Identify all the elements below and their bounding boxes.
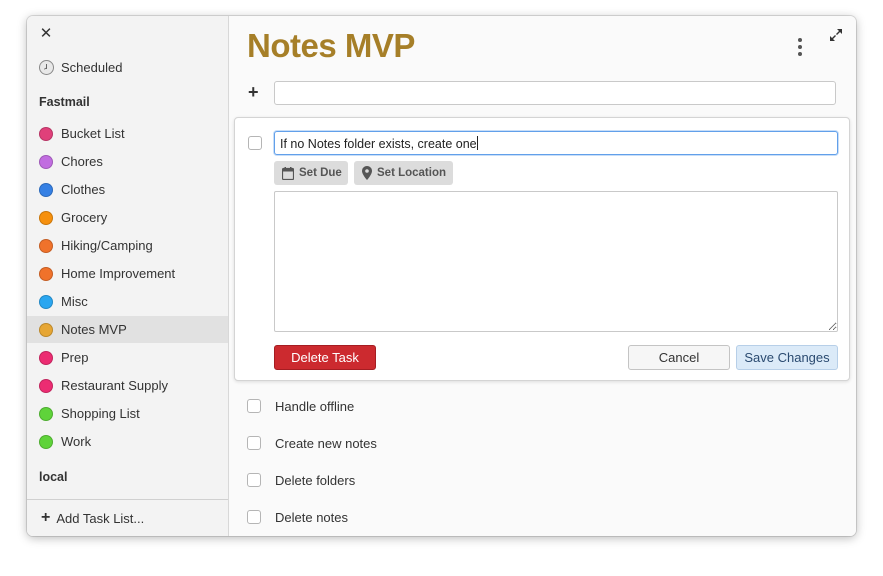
sidebar-item-label: Notes MVP: [61, 322, 127, 337]
list-color-dot: [39, 126, 53, 141]
sidebar-item-grocery[interactable]: Grocery: [27, 204, 228, 231]
new-task-input[interactable]: [274, 81, 836, 105]
task-label: Delete notes: [275, 509, 348, 525]
list-color-dot: [39, 154, 53, 169]
task-checkbox[interactable]: [247, 473, 261, 487]
section-header-fastmail: Fastmail: [39, 95, 90, 109]
expand-icon[interactable]: [829, 28, 843, 42]
list-color-dot: [39, 322, 53, 337]
list-color-dot: [39, 266, 53, 281]
section-header-local: local: [39, 470, 68, 484]
task-title-text: If no Notes folder exists, create one: [280, 137, 477, 151]
sidebar-item-home-improvement[interactable]: Home Improvement: [27, 260, 228, 287]
sidebar-item-label: Clothes: [61, 182, 106, 197]
list-color-dot: [39, 434, 53, 449]
main-panel: Notes MVP + If no Notes folder exists, c…: [229, 16, 856, 536]
sidebar-item-restaurant-supply[interactable]: Restaurant Supply: [27, 372, 228, 399]
sidebar-item-label: Misc: [61, 294, 88, 309]
list-color-dot: [39, 378, 53, 393]
sidebar-item-label: Work: [61, 434, 92, 449]
task-row[interactable]: Create new notes: [247, 433, 647, 453]
sidebar-item-scheduled[interactable]: Scheduled: [27, 54, 228, 81]
add-task-list-button[interactable]: + Add Task List...: [27, 499, 228, 536]
sidebar-item-label: Grocery: [61, 210, 108, 225]
set-location-label: Set Location: [377, 167, 447, 179]
task-checkbox[interactable]: [247, 510, 261, 524]
clock-icon: [39, 60, 54, 75]
sidebar-item-label: Bucket List: [61, 126, 125, 141]
sidebar-item-label: Chores: [61, 154, 103, 169]
sidebar-item-notes-mvp[interactable]: Notes MVP: [27, 316, 228, 343]
task-editor: If no Notes folder exists, create one Se…: [234, 117, 850, 381]
sidebar-item-label: Prep: [61, 350, 89, 365]
sidebar-item-chores[interactable]: Chores: [27, 148, 228, 175]
text-caret: [476, 136, 478, 150]
set-location-button[interactable]: Set Location: [354, 161, 453, 185]
task-checkbox[interactable]: [247, 399, 261, 413]
sidebar-item-label: Shopping List: [61, 406, 140, 421]
task-title-input[interactable]: If no Notes folder exists, create one: [274, 131, 838, 155]
sidebar-item-prep[interactable]: Prep: [27, 344, 228, 371]
list-color-dot: [39, 182, 53, 197]
sidebar-item-shopping-list[interactable]: Shopping List: [27, 400, 228, 427]
list-color-dot: [39, 350, 53, 365]
plus-icon: +: [41, 509, 51, 526]
list-color-dot: [39, 294, 53, 309]
add-task-plus-icon[interactable]: +: [248, 83, 259, 101]
list-color-dot: [39, 406, 53, 421]
sidebar-item-label: Scheduled: [61, 60, 123, 75]
close-icon[interactable]: ✕: [39, 26, 53, 42]
task-row[interactable]: Delete folders: [247, 470, 647, 490]
task-notes-textarea[interactable]: [274, 191, 838, 332]
page-title: Notes MVP: [247, 27, 415, 64]
set-due-button[interactable]: Set Due: [274, 161, 348, 185]
task-checkbox[interactable]: [248, 136, 262, 150]
sidebar-item-bucket-list[interactable]: Bucket List: [27, 120, 228, 147]
delete-task-button[interactable]: Delete Task: [274, 345, 376, 370]
sidebar-item-hiking-camping[interactable]: Hiking/Camping: [27, 232, 228, 259]
sidebar-item-label: Home Improvement: [61, 266, 176, 281]
sidebar-item-misc[interactable]: Misc: [27, 288, 228, 315]
task-checkbox[interactable]: [247, 436, 261, 450]
list-color-dot: [39, 238, 53, 253]
task-label: Handle offline: [275, 398, 355, 414]
calendar-icon: [282, 166, 294, 180]
save-changes-button[interactable]: Save Changes: [736, 345, 838, 370]
task-label: Create new notes: [275, 435, 377, 451]
app-window: ✕ Scheduled Fastmail Bucket List Chores …: [27, 16, 856, 536]
set-due-label: Set Due: [299, 167, 342, 179]
more-options-icon[interactable]: [797, 38, 803, 56]
sidebar-item-label: Restaurant Supply: [61, 378, 168, 393]
task-row[interactable]: Delete notes: [247, 507, 647, 527]
sidebar-item-clothes[interactable]: Clothes: [27, 176, 228, 203]
sidebar-item-label: Hiking/Camping: [61, 238, 153, 253]
task-label: Delete folders: [275, 472, 356, 488]
sidebar: ✕ Scheduled Fastmail Bucket List Chores …: [27, 16, 229, 536]
sidebar-item-work[interactable]: Work: [27, 428, 228, 455]
location-pin-icon: [362, 166, 372, 180]
add-task-list-label: Add Task List...: [56, 510, 145, 526]
list-color-dot: [39, 210, 53, 225]
task-row[interactable]: Handle offline: [247, 396, 647, 416]
cancel-button[interactable]: Cancel: [628, 345, 730, 370]
